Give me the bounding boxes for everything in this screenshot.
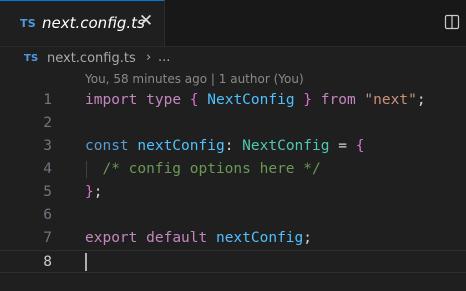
chevron-right-icon: › — [146, 50, 152, 65]
line-number: 7 — [43, 230, 52, 246]
code-token: NextConfig — [242, 138, 330, 154]
code-token: from — [320, 92, 356, 108]
code-text: import type { NextConfig } from "next"; — [85, 89, 426, 112]
code-token: = — [329, 138, 356, 154]
line-number: 1 — [43, 92, 52, 108]
code-token: /* config options here */ — [102, 161, 321, 177]
tab-title: next.config.ts — [42, 14, 145, 32]
code-text: }; — [85, 181, 102, 204]
line-number: 3 — [43, 138, 52, 154]
line-number: 2 — [43, 115, 52, 131]
code-line[interactable]: 8 — [0, 250, 466, 273]
code-token: ; — [416, 92, 426, 108]
code-token: const — [85, 138, 129, 154]
code-line[interactable]: 1 import type { NextConfig } from "next"; — [0, 89, 466, 112]
code-token: { — [189, 92, 199, 108]
breadcrumb-symbols[interactable]: ... — [158, 50, 170, 65]
code-line[interactable]: 6 — [0, 204, 466, 227]
typescript-file-icon: TS — [24, 53, 39, 64]
split-editor-icon[interactable] — [444, 14, 460, 30]
code-text: const nextConfig: NextConfig = { — [85, 135, 364, 158]
code-text: export default nextConfig; — [85, 227, 312, 250]
typescript-file-icon: TS — [20, 17, 36, 30]
text-cursor — [85, 253, 87, 271]
code-text: /* config options here */ — [85, 158, 321, 181]
git-blame-codelens[interactable]: You, 58 minutes ago | 1 author (You) — [85, 72, 304, 86]
breadcrumb: TS next.config.ts › ... — [0, 47, 466, 71]
code-token: : — [224, 138, 243, 154]
editor-tab-bar: TS next.config.ts ✕ — [0, 0, 466, 47]
line-number: 8 — [43, 254, 52, 270]
code-token: "next" — [364, 92, 417, 108]
code-line[interactable]: 5}; — [0, 181, 466, 204]
code-token: NextConfig — [207, 92, 295, 108]
code-token: { — [355, 138, 365, 154]
code-token: type — [146, 92, 182, 108]
tab-next-config[interactable]: TS next.config.ts ✕ — [0, 0, 165, 46]
code-token: nextConfig — [137, 138, 225, 154]
code-line[interactable]: 7 export default nextConfig; — [0, 227, 466, 250]
code-line[interactable]: 2 — [0, 112, 466, 135]
code-token: import — [85, 92, 138, 108]
close-icon[interactable]: ✕ — [137, 12, 155, 30]
line-number: 5 — [43, 184, 52, 200]
code-token: ; — [93, 184, 103, 200]
code-line[interactable]: 3 const nextConfig: NextConfig = { — [0, 135, 466, 158]
code-token: ; — [303, 230, 313, 246]
code-token: default — [146, 230, 208, 246]
line-number: 4 — [43, 161, 52, 177]
breadcrumb-file[interactable]: next.config.ts — [47, 51, 136, 66]
code-token: export — [85, 230, 138, 246]
code-token: } — [85, 184, 94, 200]
line-number: 6 — [43, 207, 52, 223]
code-line[interactable]: 4 /* config options here */ — [0, 158, 466, 181]
code-token: nextConfig — [215, 230, 304, 246]
code-token: } — [303, 92, 313, 108]
